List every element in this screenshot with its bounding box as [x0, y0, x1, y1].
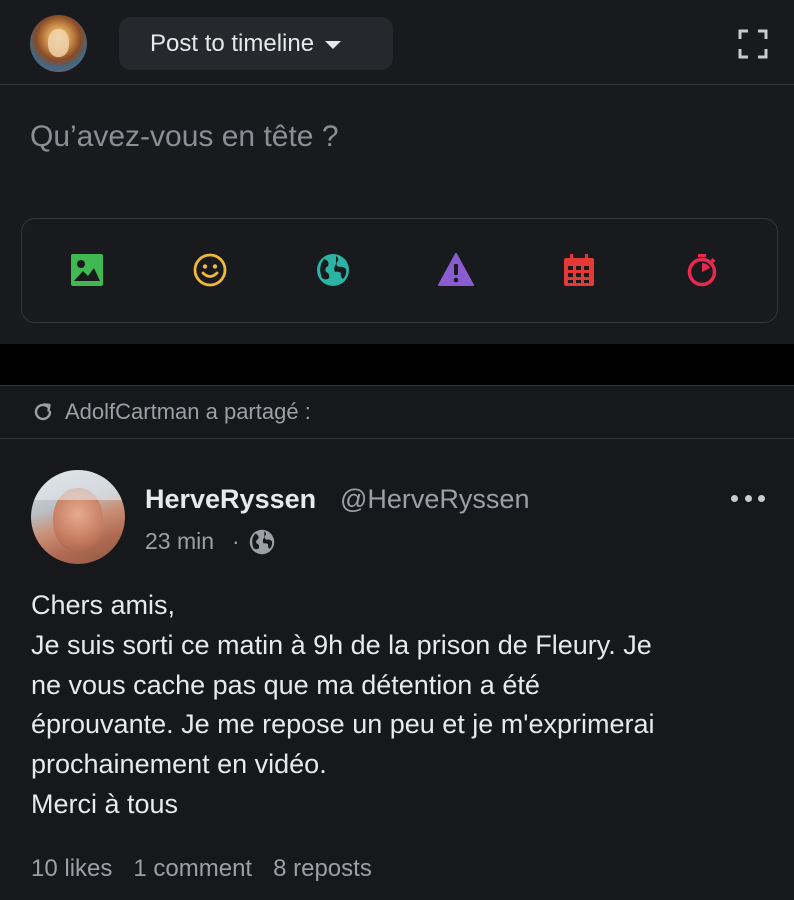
post-card: HerveRyssen @HerveRyssen 23 min · Chers … — [0, 439, 794, 900]
author-avatar[interactable] — [31, 470, 125, 564]
post-line: Merci à tous — [31, 788, 179, 819]
warning-icon — [438, 253, 474, 286]
globe-icon — [317, 254, 349, 286]
expiry-button[interactable] — [682, 250, 722, 290]
post-composer: Post to timeline — [0, 0, 794, 344]
repost-icon — [34, 403, 52, 421]
composer-toolbar — [21, 218, 778, 323]
caret-down-icon — [325, 41, 342, 49]
repost-header: AdolfCartman a partagé : — [0, 385, 794, 439]
post-line: ne vous cache pas que ma détention a été — [31, 669, 540, 700]
author-name[interactable]: HerveRyssen — [145, 484, 316, 515]
post-line: prochainement en vidéo. — [31, 749, 327, 780]
public-globe-icon — [249, 529, 275, 555]
fullscreen-icon[interactable] — [738, 29, 768, 59]
schedule-button[interactable] — [559, 250, 599, 290]
audience-button[interactable] — [313, 250, 353, 290]
composer-header: Post to timeline — [0, 0, 794, 85]
likes-count[interactable]: 10 likes — [31, 855, 112, 883]
post-line: Chers amis, — [31, 590, 176, 620]
author-handle[interactable]: @HerveRyssen — [340, 484, 529, 515]
more-options-icon[interactable] — [731, 486, 765, 510]
comments-count[interactable]: 1 comment — [133, 855, 252, 883]
content-warning-button[interactable] — [436, 250, 476, 290]
post-stats: 10 likes 1 comment 8 reposts — [31, 855, 393, 883]
post-line: éprouvante. Je me repose un peu et je m'… — [31, 709, 655, 740]
post-timestamp[interactable]: 23 min — [145, 528, 214, 555]
timer-icon — [687, 254, 717, 287]
image-icon — [71, 254, 103, 286]
meta-separator: · — [232, 528, 240, 554]
my-avatar[interactable] — [30, 15, 87, 72]
post-line: Je suis sorti ce matin à 9h de la prison… — [31, 629, 652, 660]
compose-input[interactable] — [30, 117, 760, 157]
section-separator — [0, 344, 794, 385]
emoji-icon — [193, 253, 227, 287]
calendar-icon — [564, 254, 594, 286]
add-emoji-button[interactable] — [190, 250, 230, 290]
visibility-label: Post to timeline — [150, 29, 315, 57]
post-content: Chers amis, Je suis sorti ce matin à 9h … — [31, 586, 771, 825]
reposts-count[interactable]: 8 reposts — [273, 855, 372, 883]
repost-text[interactable]: AdolfCartman a partagé : — [65, 399, 311, 425]
add-image-button[interactable] — [67, 250, 107, 290]
visibility-dropdown[interactable]: Post to timeline — [119, 17, 393, 70]
